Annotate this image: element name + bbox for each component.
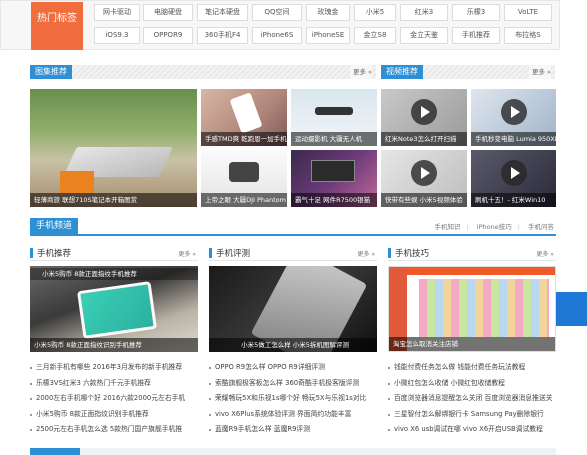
more-link[interactable]: 更多 »: [357, 249, 375, 258]
gallery-thumb-1[interactable]: 手感TMD爽 乾跑恩一加手机: [201, 89, 287, 146]
article-link[interactable]: 小米5购币 8款正面指纹识别手机推荐: [30, 407, 198, 423]
article-link[interactable]: 小微红包怎么收储 小微红包收储教程: [388, 376, 558, 392]
phone-illustration: [77, 281, 157, 339]
thumb-caption: 快带有些娱 小米5视频体验: [381, 193, 467, 207]
channel-link[interactable]: iPhone技巧: [477, 223, 512, 231]
article-link[interactable]: 索酷旗舰极客板怎么样 360奇酷手机极客版评测: [209, 376, 379, 392]
section-title: 图集推荐: [30, 65, 72, 79]
more-link[interactable]: 更多 »: [349, 65, 372, 79]
thumb-caption: 手感TMD爽 乾跑恩一加手机: [201, 132, 287, 146]
hot-tag[interactable]: 网卡驱动: [94, 4, 140, 21]
play-icon[interactable]: [501, 160, 527, 186]
thumb-caption: 手机秒变电脑 Lumia 950XL: [471, 132, 556, 146]
gallery-thumb-3[interactable]: 上帝之眼 大疆DJI Phantom: [201, 150, 287, 207]
review-image[interactable]: 小米5做工怎么样 小米5拆机图解评测: [209, 266, 377, 352]
article-link[interactable]: 三月新手机有哪些 2016年3月发布的新手机推荐: [30, 360, 198, 376]
column-header-tips: 手机技巧 更多 »: [388, 245, 556, 261]
more-link[interactable]: 更多 »: [528, 65, 551, 79]
hot-tag[interactable]: VoLTE: [504, 4, 552, 21]
hot-tag[interactable]: QQ空间: [252, 4, 302, 21]
fabric-illustration: [419, 279, 549, 337]
play-icon[interactable]: [411, 160, 437, 186]
thumb-caption: 运动摄影机 大疆无人机: [291, 132, 377, 146]
video-thumb-4[interactable]: 刷机十五！- 红米Win10: [471, 150, 556, 207]
column-header-review: 手机评测 更多 »: [209, 245, 377, 261]
image-caption: 小米5做工怎么样 小米5拆机图解评测: [209, 338, 377, 352]
recommend-article-list: 三月新手机有哪些 2016年3月发布的新手机推荐 乐檬3VS红米3 六款热门千元手…: [30, 360, 198, 438]
image-top-caption: 小米5购币 8款正面指纹手机推荐: [30, 268, 198, 280]
tips-article-list: 钱能付费任务怎么做 钱能付费任务玩法教程 小微红包怎么收储 小微红包收储教程 百度浏…: [388, 360, 558, 438]
article-link[interactable]: 荣耀畅玩5X和乐视1s哪个好 畅玩5X与乐视1s对比: [209, 391, 379, 407]
article-link[interactable]: OPPO R9怎么样 OPPO R9详细评测: [209, 360, 379, 376]
article-link[interactable]: 百度浏览器消息提醒怎么关闭 百度浏览器消息推送关: [388, 391, 558, 407]
article-link[interactable]: 2000左右手机哪个好 2016六款2000元左右手机: [30, 391, 198, 407]
channel-title: 手机频道: [30, 218, 79, 234]
hot-tag[interactable]: 玫瑰金: [306, 4, 350, 21]
image-caption: 轻薄商旅 联想710S笔记本开箱图赏: [30, 193, 197, 207]
tips-image[interactable]: 淘宝怎么取消关注店铺: [388, 266, 556, 352]
recommend-image[interactable]: 小米5购币 8款正面指纹手机推荐 小米5购币 8款正面指纹识别手机推荐: [30, 266, 198, 352]
gallery-thumb-4[interactable]: 霸气十足 网件R7500银猫: [291, 150, 377, 207]
play-icon[interactable]: [501, 99, 527, 125]
column-title: 手机评测: [216, 249, 251, 259]
thumb-caption: 红米Note3怎么打开扫描: [381, 132, 467, 146]
phone-channel-header: 手机频道 手机知识 | iPhone技巧 | 手机问答: [30, 216, 556, 236]
column-title: 手机推荐: [37, 249, 72, 259]
image-recommend-header: 图集推荐 更多 »: [30, 62, 376, 82]
hot-tag[interactable]: iPhoneSE: [306, 27, 350, 44]
article-link[interactable]: 钱能付费任务怎么做 钱能付费任务玩法教程: [388, 360, 558, 376]
section-title: 视频推荐: [381, 65, 423, 79]
thumb-caption: 刷机十五！- 红米Win10: [471, 193, 556, 207]
video-thumb-2[interactable]: 手机秒变电脑 Lumia 950XL: [471, 89, 556, 146]
hot-tag[interactable]: 电脑硬盘: [143, 4, 193, 21]
hot-tag[interactable]: OPPOR9: [143, 27, 193, 44]
hot-tag[interactable]: 金立S8: [354, 27, 396, 44]
play-icon[interactable]: [411, 99, 437, 125]
orange-chair-illustration: [60, 171, 94, 193]
hot-tag[interactable]: 布拉格S: [504, 27, 552, 44]
hot-tag[interactable]: iOS9.3: [94, 27, 140, 44]
image-caption: 小米5购币 8款正面指纹识别手机推荐: [30, 338, 198, 352]
article-link[interactable]: 2500元左右手机怎么选 5款热门国产旗舰手机推: [30, 422, 198, 438]
featured-laptop-image[interactable]: 轻薄商旅 联想710S笔记本开箱图赏: [30, 89, 197, 207]
article-link[interactable]: 三星智付怎么解绑银行卡 Samsung Pay删除银行: [388, 407, 558, 423]
thumb-caption: 霸气十足 网件R7500银猫: [291, 193, 377, 207]
more-link[interactable]: 更多 »: [178, 249, 196, 258]
article-link[interactable]: 乐檬3VS红米3 六款热门千元手机推荐: [30, 376, 198, 392]
hot-tag[interactable]: 金立天鉴: [400, 27, 448, 44]
image-caption: 淘宝怎么取消关注店铺: [389, 337, 555, 351]
video-thumb-3[interactable]: 快带有些娱 小米5视频体验: [381, 150, 467, 207]
video-recommend-header: 视频推荐 更多 »: [381, 62, 555, 82]
column-title: 手机技巧: [395, 249, 430, 259]
channel-link[interactable]: 手机问答: [528, 223, 554, 231]
column-header-recommend: 手机推荐 更多 »: [30, 245, 198, 261]
channel-links: 手机知识 | iPhone技巧 | 手机问答: [434, 223, 554, 231]
hot-tag[interactable]: 红米3: [400, 4, 448, 21]
hot-tag[interactable]: 笔记本硬盘: [197, 4, 248, 21]
article-link[interactable]: vivo X6Plus系统体验评测 界面简约功能丰富: [209, 407, 379, 423]
hot-tag[interactable]: 乐檬3: [452, 4, 500, 21]
thumb-caption: 上帝之眼 大疆DJI Phantom: [201, 193, 287, 207]
hot-tag[interactable]: iPhone6S: [252, 27, 302, 44]
article-link[interactable]: vivo X6 usb调试在哪 vivo X6开启USB调试教程: [388, 422, 558, 438]
gallery-thumb-2[interactable]: 运动摄影机 大疆无人机: [291, 89, 377, 146]
article-link[interactable]: 蓝魔R9手机怎么样 蓝魔R9评测: [209, 422, 379, 438]
hot-tag[interactable]: 手机推荐: [452, 27, 500, 44]
hot-tag[interactable]: 360手机F4: [197, 27, 248, 44]
hot-tags-label: 热门标签: [31, 2, 83, 50]
video-thumb-1[interactable]: 红米Note3怎么打开扫描: [381, 89, 467, 146]
hot-tag[interactable]: 小米5: [354, 4, 396, 21]
side-float-block[interactable]: [556, 292, 587, 326]
more-link[interactable]: 更多 »: [536, 249, 554, 258]
review-article-list: OPPO R9怎么样 OPPO R9详细评测 索酷旗舰极客板怎么样 360奇酷手机…: [209, 360, 379, 438]
next-section-bar: [30, 448, 556, 455]
channel-link[interactable]: 手机知识: [434, 223, 460, 231]
